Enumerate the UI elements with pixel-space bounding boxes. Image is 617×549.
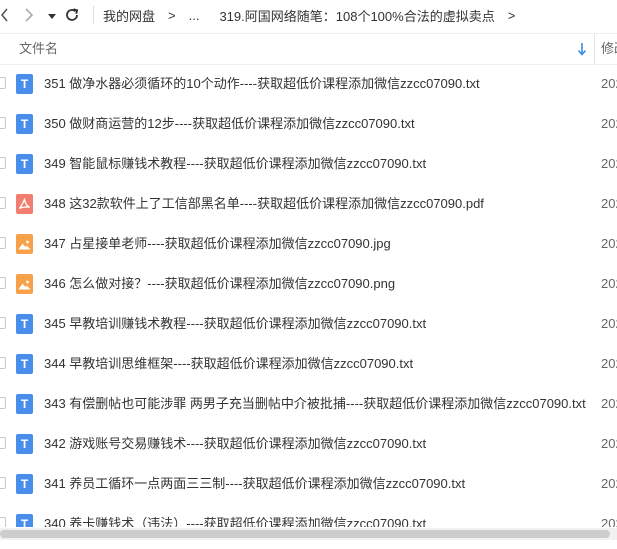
file-name[interactable]: 347 占星接单老师----获取超低价课程添加微信zzcc07090.jpg bbox=[44, 224, 391, 264]
breadcrumb-separator: > bbox=[507, 7, 516, 23]
file-modified-date: 202 bbox=[601, 396, 617, 411]
text-file-icon: T bbox=[16, 314, 33, 334]
file-row[interactable]: T 342 游戏账号交易赚钱术----获取超低价课程添加微信zzcc07090.t… bbox=[0, 424, 617, 464]
row-checkbox[interactable] bbox=[0, 197, 6, 209]
filename-column-header[interactable]: 文件名 bbox=[19, 34, 58, 64]
forward-button[interactable] bbox=[22, 7, 36, 23]
file-name[interactable]: 346 怎么做对接？----获取超低价课程添加微信zzcc07090.png bbox=[44, 264, 395, 304]
row-checkbox[interactable] bbox=[0, 237, 6, 249]
horizontal-scrollbar[interactable] bbox=[0, 528, 617, 540]
file-modified-date: 202 bbox=[601, 476, 617, 491]
row-checkbox[interactable] bbox=[0, 517, 6, 527]
breadcrumb: 我的网盘 > ... 319.阿国网络随笔：108个100%合法的虚拟卖点 > bbox=[103, 0, 528, 30]
file-row[interactable]: T 350 做财商运营的12步----获取超低价课程添加微信zzcc07090.t… bbox=[0, 104, 617, 144]
breadcrumb-ellipsis[interactable]: ... bbox=[189, 8, 200, 23]
refresh-icon bbox=[66, 8, 79, 21]
file-name[interactable]: 341 养员工循环一点两面三三制----获取超低价课程添加微信zzcc07090… bbox=[44, 464, 465, 504]
file-row[interactable]: T 343 有偿删帖也可能涉罪 两男子充当删帖中介被批捕----获取超低价课程添加… bbox=[0, 384, 617, 424]
file-modified-date: 202 bbox=[601, 316, 617, 331]
row-checkbox[interactable] bbox=[0, 77, 6, 89]
row-checkbox[interactable] bbox=[0, 277, 6, 289]
file-modified-date: 202 bbox=[601, 236, 617, 251]
file-modified-date: 202 bbox=[601, 196, 617, 211]
file-list: T 351 做净水器必须循环的10个动作----获取超低价课程添加微信zzcc07… bbox=[0, 64, 617, 527]
file-modified-date: 202 bbox=[601, 156, 617, 171]
breadcrumb-root[interactable]: 我的网盘 bbox=[103, 6, 155, 25]
row-checkbox[interactable] bbox=[0, 317, 6, 329]
file-row[interactable]: 348 这32款软件上了工信部黑名单----获取超低价课程添加微信zzcc070… bbox=[0, 184, 617, 224]
text-file-icon: T bbox=[16, 434, 33, 454]
file-modified-date: 202 bbox=[601, 356, 617, 371]
file-row[interactable]: T 344 早教培训思维框架----获取超低价课程添加微信zzcc07090.tx… bbox=[0, 344, 617, 384]
toolbar-divider bbox=[93, 6, 94, 24]
row-checkbox[interactable] bbox=[0, 437, 6, 449]
file-row[interactable]: T 340 养卡赚钱术（违法）----获取超低价课程添加微信zzcc07090.t… bbox=[0, 504, 617, 527]
breadcrumb-current[interactable]: 319.阿国网络随笔：108个100%合法的虚拟卖点 bbox=[219, 6, 494, 25]
row-checkbox[interactable] bbox=[0, 117, 6, 129]
file-name[interactable]: 342 游戏账号交易赚钱术----获取超低价课程添加微信zzcc07090.tx… bbox=[44, 424, 426, 464]
toolbar: 我的网盘 > ... 319.阿国网络随笔：108个100%合法的虚拟卖点 > bbox=[0, 0, 617, 30]
chevron-left-icon bbox=[1, 8, 8, 22]
text-file-icon: T bbox=[16, 354, 33, 374]
file-modified-date: 202 bbox=[601, 276, 617, 291]
row-checkbox[interactable] bbox=[0, 357, 6, 369]
file-row[interactable]: 346 怎么做对接？----获取超低价课程添加微信zzcc07090.png 20… bbox=[0, 264, 617, 304]
chevron-right-icon bbox=[25, 8, 34, 22]
file-name[interactable]: 345 早教培训赚钱术教程----获取超低价课程添加微信zzcc07090.tx… bbox=[44, 304, 426, 344]
row-checkbox[interactable] bbox=[0, 397, 6, 409]
scrollbar-thumb[interactable] bbox=[0, 530, 610, 538]
row-checkbox[interactable] bbox=[0, 157, 6, 169]
file-row[interactable]: T 341 养员工循环一点两面三三制----获取超低价课程添加微信zzcc0709… bbox=[0, 464, 617, 504]
file-modified-date: 202 bbox=[601, 76, 617, 91]
file-modified-date: 202 bbox=[601, 436, 617, 451]
image-file-icon bbox=[16, 234, 33, 254]
file-row[interactable]: T 351 做净水器必须循环的10个动作----获取超低价课程添加微信zzcc07… bbox=[0, 64, 617, 104]
text-file-icon: T bbox=[16, 474, 33, 494]
pdf-file-icon bbox=[16, 194, 33, 214]
history-dropdown-button[interactable] bbox=[47, 11, 57, 21]
file-name[interactable]: 351 做净水器必须循环的10个动作----获取超低价课程添加微信zzcc070… bbox=[44, 64, 480, 104]
file-name[interactable]: 350 做财商运营的12步----获取超低价课程添加微信zzcc07090.tx… bbox=[44, 104, 415, 144]
file-modified-date: 202 bbox=[601, 516, 617, 527]
file-name[interactable]: 343 有偿删帖也可能涉罪 两男子充当删帖中介被批捕----获取超低价课程添加微… bbox=[44, 384, 586, 424]
file-name[interactable]: 344 早教培训思维框架----获取超低价课程添加微信zzcc07090.txt bbox=[44, 344, 413, 384]
back-button[interactable] bbox=[0, 0, 10, 30]
file-modified-date: 202 bbox=[601, 116, 617, 131]
image-file-icon bbox=[16, 274, 33, 294]
file-name[interactable]: 340 养卡赚钱术（违法）----获取超低价课程添加微信zzcc07090.tx… bbox=[44, 504, 426, 527]
arrow-down-icon bbox=[577, 43, 587, 56]
file-row[interactable]: T 349 智能鼠标赚钱术教程----获取超低价课程添加微信zzcc07090.t… bbox=[0, 144, 617, 184]
file-name[interactable]: 349 智能鼠标赚钱术教程----获取超低价课程添加微信zzcc07090.tx… bbox=[44, 144, 426, 184]
text-file-icon: T bbox=[16, 114, 33, 134]
text-file-icon: T bbox=[16, 514, 33, 527]
triangle-down-icon bbox=[48, 14, 56, 19]
modified-column-header[interactable]: 修改 bbox=[601, 34, 617, 64]
sort-button[interactable] bbox=[577, 42, 587, 56]
file-row[interactable]: 347 占星接单老师----获取超低价课程添加微信zzcc07090.jpg 20… bbox=[0, 224, 617, 264]
breadcrumb-separator: > bbox=[168, 7, 176, 23]
column-divider[interactable] bbox=[594, 34, 595, 64]
text-file-icon: T bbox=[16, 154, 33, 174]
row-checkbox[interactable] bbox=[0, 477, 6, 489]
file-name[interactable]: 348 这32款软件上了工信部黑名单----获取超低价课程添加微信zzcc070… bbox=[44, 184, 484, 224]
text-file-icon: T bbox=[16, 394, 33, 414]
text-file-icon: T bbox=[16, 74, 33, 94]
file-row[interactable]: T 345 早教培训赚钱术教程----获取超低价课程添加微信zzcc07090.t… bbox=[0, 304, 617, 344]
column-header: 文件名 修改 bbox=[0, 33, 617, 65]
refresh-button[interactable] bbox=[63, 6, 81, 24]
bottom-strip bbox=[0, 540, 617, 549]
